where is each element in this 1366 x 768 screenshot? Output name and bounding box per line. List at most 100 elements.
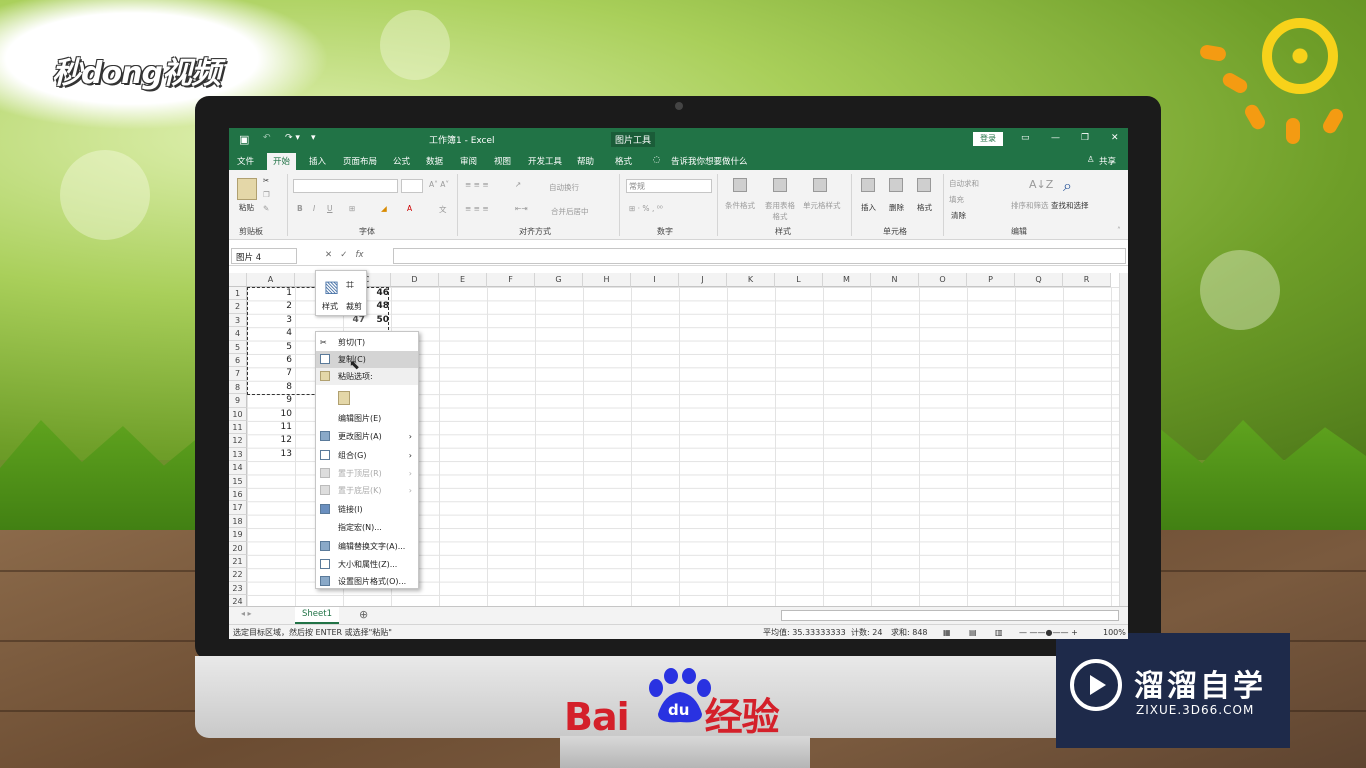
zoom-level[interactable]: 100% bbox=[1103, 625, 1126, 639]
select-all-corner[interactable] bbox=[229, 273, 247, 287]
menu-send-back[interactable]: 置于底层(K) › bbox=[316, 482, 418, 499]
align-left-icon[interactable]: ≡ ≡ ≡ bbox=[465, 204, 489, 213]
menu-edit-picture[interactable]: 编辑图片(E) bbox=[316, 410, 418, 427]
menu-change-picture[interactable]: 更改图片(A) › bbox=[316, 428, 418, 445]
ribbon-display-icon[interactable]: ▭ bbox=[1021, 133, 1030, 143]
row-header[interactable]: 11 bbox=[229, 421, 247, 435]
fill-button[interactable]: 填充 bbox=[949, 194, 964, 205]
menu-group[interactable]: 组合(G) › bbox=[316, 447, 418, 464]
row-header[interactable]: 4 bbox=[229, 327, 247, 341]
fill-color-icon[interactable]: ◢ bbox=[381, 204, 387, 213]
add-sheet-icon[interactable]: ⊕ bbox=[359, 608, 368, 621]
formula-input[interactable] bbox=[393, 248, 1126, 264]
insert-cells-icon[interactable] bbox=[861, 178, 875, 192]
row-header[interactable]: 22 bbox=[229, 568, 247, 582]
font-grow-icon[interactable]: A˄ A˅ bbox=[429, 180, 449, 189]
cell-a[interactable]: 13 bbox=[247, 448, 295, 461]
zoom-slider[interactable]: — ——●—— + bbox=[1019, 625, 1078, 639]
merge-center-button[interactable]: 合并后居中 bbox=[551, 206, 589, 217]
menu-alt-text[interactable]: 编辑替换文字(A)... bbox=[316, 538, 418, 555]
menu-format-picture[interactable]: 设置图片格式(O)... bbox=[316, 573, 418, 590]
column-header[interactable]: H bbox=[583, 273, 631, 287]
menu-bring-front[interactable]: 置于顶层(R) › bbox=[316, 465, 418, 482]
vertical-scrollbar[interactable] bbox=[1119, 273, 1128, 606]
horizontal-scrollbar[interactable] bbox=[781, 610, 1119, 621]
row-header[interactable]: 17 bbox=[229, 501, 247, 515]
clear-button[interactable]: 清除 bbox=[951, 210, 966, 221]
column-header[interactable]: D bbox=[391, 273, 439, 287]
row-header[interactable]: 10 bbox=[229, 407, 247, 421]
format-cells-button[interactable]: 格式 bbox=[917, 202, 932, 213]
row-header[interactable]: 5 bbox=[229, 340, 247, 354]
font-name-box[interactable] bbox=[293, 179, 398, 193]
save-icon[interactable]: ▣ bbox=[239, 133, 249, 146]
font-size-box[interactable] bbox=[401, 179, 423, 193]
sheet-tab-sheet1[interactable]: Sheet1 bbox=[295, 607, 339, 624]
column-header[interactable]: J bbox=[679, 273, 727, 287]
column-header[interactable]: I bbox=[631, 273, 679, 287]
tab-formulas[interactable]: 公式 bbox=[387, 153, 416, 169]
tab-data[interactable]: 数据 bbox=[420, 153, 449, 169]
redo-icon[interactable]: ↷ ▾ bbox=[285, 133, 300, 143]
font-color-icon[interactable]: A bbox=[407, 204, 412, 213]
column-header[interactable]: L bbox=[775, 273, 823, 287]
row-header[interactable]: 1 bbox=[229, 287, 247, 301]
insert-cells-button[interactable]: 插入 bbox=[861, 202, 876, 213]
name-box[interactable]: 图片 4 bbox=[231, 248, 297, 264]
maximize-icon[interactable]: ❐ bbox=[1081, 133, 1089, 143]
column-header[interactable]: K bbox=[727, 273, 775, 287]
column-header[interactable]: R bbox=[1063, 273, 1111, 287]
row-header[interactable]: 2 bbox=[229, 300, 247, 314]
format-painter-icon[interactable]: ✎ bbox=[263, 204, 269, 213]
cell-a[interactable]: 11 bbox=[247, 421, 295, 434]
menu-cut[interactable]: ✂ 剪切(T) bbox=[316, 334, 418, 351]
row-header[interactable]: 12 bbox=[229, 434, 247, 448]
cell-style-button[interactable]: 单元格样式 bbox=[803, 200, 841, 211]
delete-cells-button[interactable]: 删除 bbox=[889, 202, 904, 213]
delete-cells-icon[interactable] bbox=[889, 178, 903, 192]
indent-icon[interactable]: ⇤⇥ bbox=[515, 204, 528, 213]
tab-review[interactable]: 审阅 bbox=[454, 153, 483, 169]
row-header[interactable]: 8 bbox=[229, 380, 247, 395]
cell-a[interactable]: 12 bbox=[247, 434, 295, 447]
tab-view[interactable]: 视图 bbox=[488, 153, 517, 169]
row-header[interactable]: 21 bbox=[229, 555, 247, 569]
number-format-icons[interactable]: ⊞ · % , ⁰⁰ bbox=[629, 204, 663, 213]
row-header[interactable]: 15 bbox=[229, 474, 247, 488]
tab-insert[interactable]: 插入 bbox=[303, 153, 332, 169]
table-format-button[interactable]: 套用表格格式 bbox=[763, 200, 797, 222]
align-top-icon[interactable]: ≡ ≡ ≡ bbox=[465, 180, 489, 189]
italic-icon[interactable]: I bbox=[313, 204, 315, 213]
tab-page-layout[interactable]: 页面布局 bbox=[337, 153, 383, 169]
paste-label[interactable]: 粘贴 bbox=[239, 202, 254, 213]
tab-developer[interactable]: 开发工具 bbox=[522, 153, 568, 169]
row-header[interactable]: 6 bbox=[229, 354, 247, 368]
tell-me-search[interactable]: 告诉我你想要做什么 bbox=[665, 153, 754, 169]
minimize-icon[interactable]: — bbox=[1051, 133, 1060, 143]
tab-format[interactable]: 格式 bbox=[609, 153, 638, 169]
cell-style-icon[interactable] bbox=[813, 178, 827, 192]
row-header[interactable]: 14 bbox=[229, 461, 247, 475]
cut-icon[interactable]: ✂ bbox=[263, 176, 269, 185]
row-header[interactable]: 23 bbox=[229, 581, 247, 596]
view-layout-icon[interactable]: ▤ bbox=[969, 625, 977, 639]
tab-file[interactable]: 文件 bbox=[231, 153, 260, 169]
column-header[interactable]: F bbox=[487, 273, 535, 287]
paste-icon[interactable] bbox=[237, 178, 257, 200]
menu-copy[interactable]: 复制(C) bbox=[316, 351, 418, 368]
formula-icons[interactable]: ✕ ✓ fx bbox=[325, 250, 364, 260]
border-icon[interactable]: ⊞ bbox=[349, 204, 355, 213]
crop-button[interactable]: 裁剪 bbox=[346, 301, 362, 312]
row-header[interactable]: 13 bbox=[229, 447, 247, 462]
cell-a[interactable]: 9 bbox=[247, 394, 295, 407]
number-format-box[interactable]: 常规 bbox=[626, 179, 712, 193]
menu-assign-macro[interactable]: 指定宏(N)... bbox=[316, 519, 418, 536]
undo-icon[interactable]: ↶ bbox=[263, 133, 271, 143]
crop-icon[interactable]: ⌗ bbox=[346, 277, 354, 293]
row-header[interactable]: 20 bbox=[229, 541, 247, 555]
row-header[interactable]: 7 bbox=[229, 367, 247, 381]
conditional-format-button[interactable]: 条件格式 bbox=[725, 200, 755, 211]
tab-home[interactable]: 开始 bbox=[267, 153, 297, 170]
row-header[interactable]: 18 bbox=[229, 514, 247, 529]
row-header[interactable]: 3 bbox=[229, 313, 247, 328]
